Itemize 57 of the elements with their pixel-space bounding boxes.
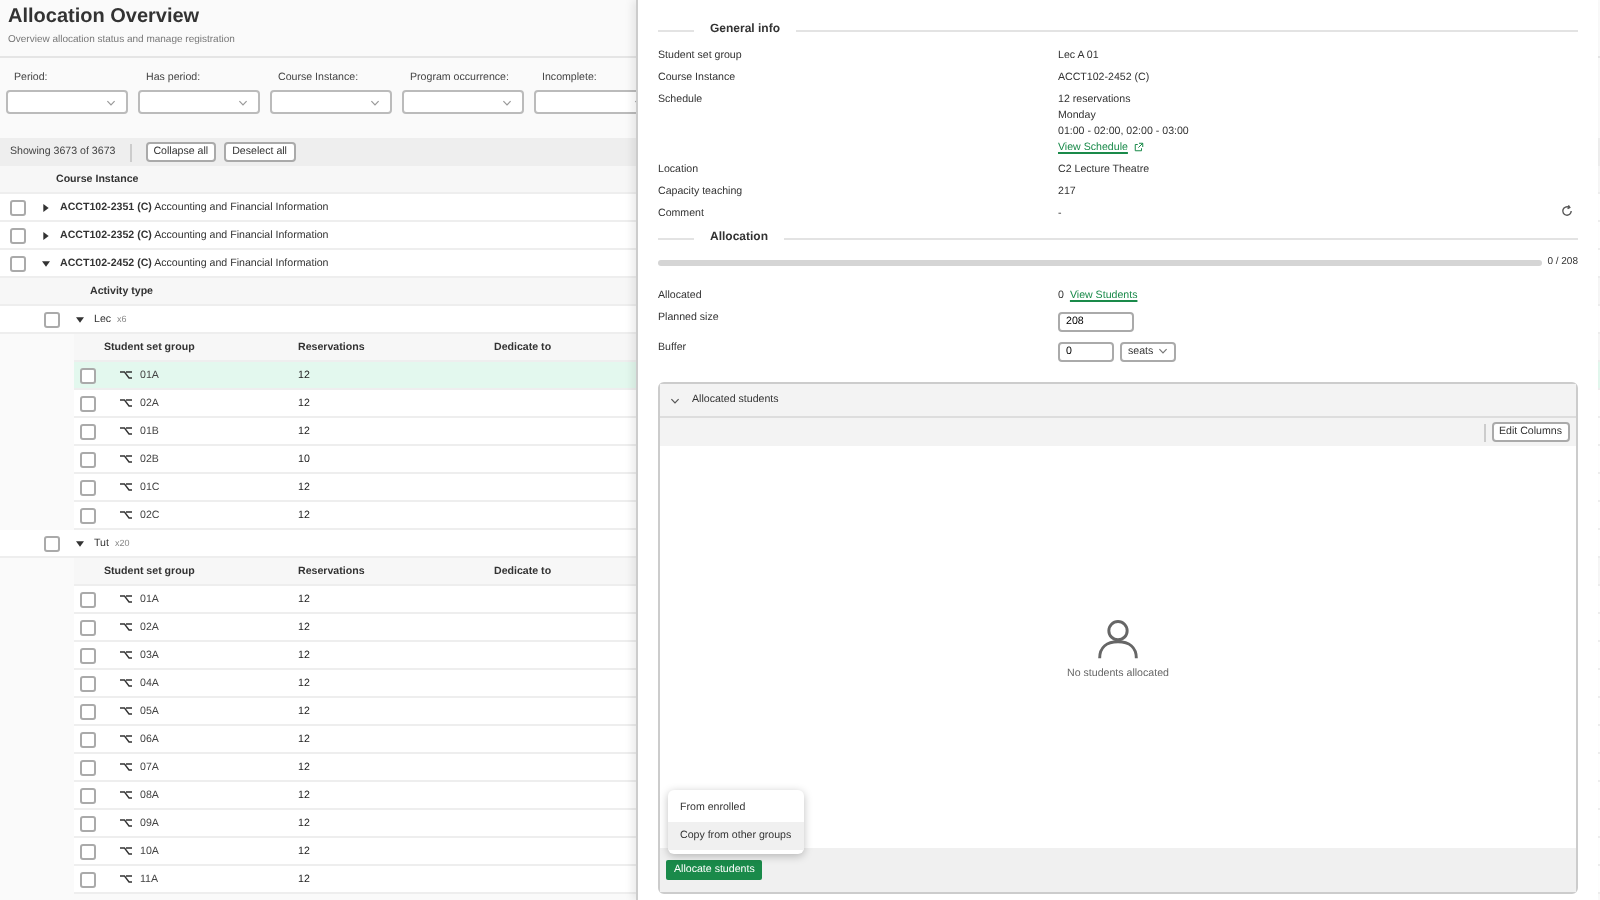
checkbox[interactable] bbox=[80, 451, 96, 467]
chevron-down-icon bbox=[370, 99, 380, 105]
checkbox[interactable] bbox=[80, 675, 96, 691]
split-icon bbox=[120, 482, 132, 492]
split-icon bbox=[120, 874, 132, 884]
chevron-icon[interactable] bbox=[670, 397, 680, 403]
checkbox[interactable] bbox=[80, 787, 96, 803]
expand-triangle-icon[interactable] bbox=[42, 259, 50, 267]
checkbox[interactable] bbox=[80, 815, 96, 831]
split-icon bbox=[120, 762, 132, 772]
split-icon bbox=[120, 594, 132, 604]
person-icon bbox=[1096, 615, 1140, 659]
filter-dropdown[interactable] bbox=[270, 90, 392, 114]
checkbox[interactable] bbox=[80, 619, 96, 635]
chevron-down-icon bbox=[238, 99, 248, 105]
split-icon bbox=[120, 734, 132, 744]
checkbox[interactable] bbox=[10, 227, 26, 243]
expand-triangle-icon[interactable] bbox=[42, 203, 50, 211]
checkbox[interactable] bbox=[10, 199, 26, 215]
split-icon bbox=[120, 650, 132, 660]
checkbox[interactable] bbox=[10, 255, 26, 271]
refresh-icon[interactable] bbox=[1560, 204, 1574, 218]
chevron-down-icon bbox=[106, 99, 116, 105]
checkbox[interactable] bbox=[80, 479, 96, 495]
checkbox[interactable] bbox=[80, 507, 96, 523]
checkbox[interactable] bbox=[80, 367, 96, 383]
checkbox[interactable] bbox=[80, 423, 96, 439]
filter-dropdown[interactable] bbox=[402, 90, 524, 114]
checkbox[interactable] bbox=[80, 395, 96, 411]
checkbox[interactable] bbox=[80, 591, 96, 607]
split-icon bbox=[120, 818, 132, 828]
external-link-icon bbox=[1133, 142, 1144, 152]
split-icon bbox=[120, 510, 132, 520]
checkbox[interactable] bbox=[80, 731, 96, 747]
checkbox[interactable] bbox=[80, 871, 96, 887]
split-icon bbox=[120, 706, 132, 716]
split-icon bbox=[120, 398, 132, 408]
expand-triangle-icon[interactable] bbox=[42, 231, 50, 239]
checkbox[interactable] bbox=[80, 759, 96, 775]
checkbox[interactable] bbox=[80, 843, 96, 859]
split-icon bbox=[120, 454, 132, 464]
checkbox[interactable] bbox=[44, 311, 60, 327]
chevron-down-icon bbox=[1157, 348, 1168, 354]
expand-triangle-icon[interactable] bbox=[76, 539, 84, 547]
split-icon bbox=[120, 370, 132, 380]
checkbox[interactable] bbox=[44, 535, 60, 551]
split-icon bbox=[120, 790, 132, 800]
expand-triangle-icon[interactable] bbox=[76, 315, 84, 323]
split-icon bbox=[120, 846, 132, 856]
checkbox[interactable] bbox=[80, 647, 96, 663]
split-icon bbox=[120, 426, 132, 436]
split-icon bbox=[120, 622, 132, 632]
filter-dropdown[interactable] bbox=[6, 90, 128, 114]
split-icon bbox=[120, 678, 132, 688]
filter-dropdown[interactable] bbox=[138, 90, 260, 114]
checkbox[interactable] bbox=[80, 703, 96, 719]
chevron-down-icon bbox=[502, 99, 512, 105]
